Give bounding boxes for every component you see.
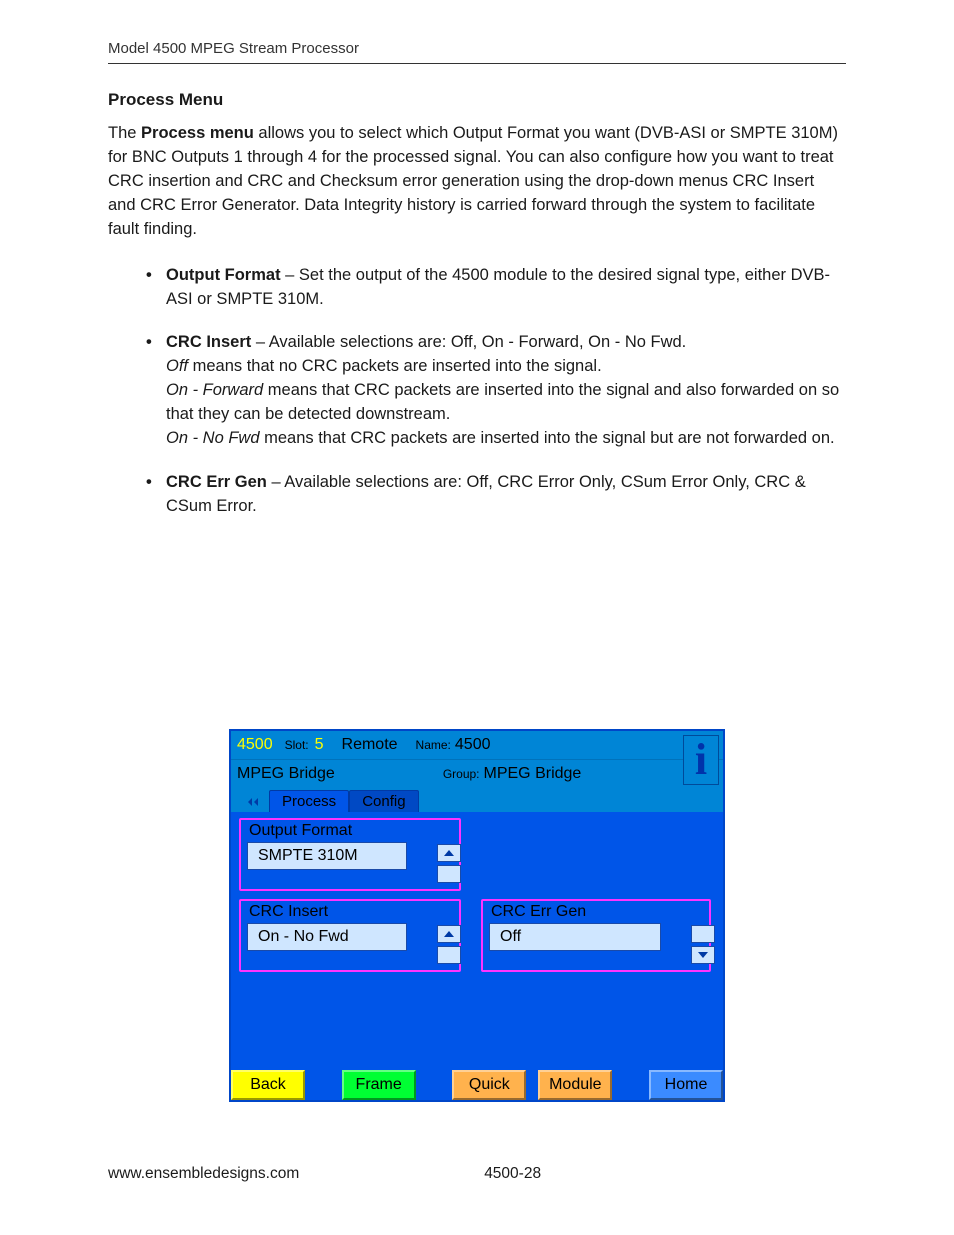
bullet-term: Output Format [166, 266, 281, 284]
module-button[interactable]: Module [538, 1070, 612, 1100]
quick-button[interactable]: Quick [452, 1070, 526, 1100]
back-button[interactable]: Back [231, 1070, 305, 1100]
bullet-term: CRC Err Gen [166, 473, 267, 491]
intro-pre: The [108, 124, 141, 142]
section-title: Process Menu [108, 90, 846, 110]
tab-bar: Process Config [231, 788, 723, 812]
crc-nofwd-rest: means that CRC packets are inserted into… [260, 429, 835, 447]
remote-status: Remote [336, 736, 404, 754]
output-format-value[interactable]: SMPTE 310M [247, 842, 407, 870]
running-head: Model 4500 MPEG Stream Processor [108, 40, 846, 64]
crc-err-gen-up-button[interactable] [691, 925, 715, 943]
home-button[interactable]: Home [649, 1070, 723, 1100]
bullet-crc-err-gen: CRC Err Gen – Available selections are: … [166, 471, 846, 519]
footer-page: 4500-28 [299, 1165, 726, 1183]
crc-insert-value[interactable]: On - No Fwd [247, 923, 407, 951]
info-button[interactable]: i [683, 735, 719, 785]
device-ui-panel: 4500 Slot: 5 Remote Name: 4500 MPEG Brid… [229, 729, 725, 1102]
bottom-button-bar: Back Frame Quick Module Home [231, 1070, 723, 1100]
field-output-format: Output Format SMPTE 310M [239, 818, 461, 891]
info-icon: i [695, 738, 707, 782]
field-crc-insert: CRC Insert On - No Fwd [239, 899, 461, 972]
slot-value: 5 [309, 736, 330, 754]
ui-header: 4500 Slot: 5 Remote Name: 4500 MPEG Brid… [231, 731, 723, 788]
crc-nofwd-em: On - No Fwd [166, 429, 260, 447]
field-label: CRC Err Gen [489, 903, 588, 921]
bullet-output-format: Output Format – Set the output of the 45… [166, 264, 846, 312]
ui-body: Output Format SMPTE 310M CRC Insert On [231, 812, 723, 1070]
model-number: 4500 [231, 736, 279, 754]
crc-err-gen-value[interactable]: Off [489, 923, 661, 951]
bullet-rest: – Available selections are: Off, On - Fo… [251, 333, 686, 351]
crc-onfwd-rest: means that CRC packets are inserted into… [166, 381, 839, 423]
crc-off-rest: means that no CRC packets are inserted i… [188, 357, 602, 375]
bullet-term: CRC Insert [166, 333, 251, 351]
crc-insert-up-button[interactable] [437, 925, 461, 943]
crc-off-em: Off [166, 357, 188, 375]
crc-onfwd-em: On - Forward [166, 381, 263, 399]
tab-scroll-left-button[interactable] [235, 792, 269, 812]
tab-config[interactable]: Config [349, 790, 418, 812]
output-format-down-button[interactable] [437, 865, 461, 883]
page-footer: www.ensembledesigns.com 4500-28 [108, 1165, 846, 1183]
frame-button[interactable]: Frame [342, 1070, 416, 1100]
bullet-list: Output Format – Set the output of the 45… [166, 264, 846, 519]
footer-url: www.ensembledesigns.com [108, 1165, 299, 1183]
field-label: Output Format [247, 822, 354, 840]
intro-bold: Process menu [141, 124, 254, 142]
bullet-crc-insert: CRC Insert – Available selections are: O… [166, 331, 846, 451]
subtitle: MPEG Bridge [231, 765, 341, 783]
tab-process[interactable]: Process [269, 790, 349, 812]
intro-paragraph: The Process menu allows you to select wh… [108, 122, 846, 242]
crc-err-gen-down-button[interactable] [691, 946, 715, 964]
name-value: 4500 [449, 736, 497, 754]
crc-insert-down-button[interactable] [437, 946, 461, 964]
field-label: CRC Insert [247, 903, 330, 921]
output-format-up-button[interactable] [437, 844, 461, 862]
field-crc-err-gen: CRC Err Gen Off [481, 899, 711, 972]
group-value: MPEG Bridge [478, 765, 588, 783]
